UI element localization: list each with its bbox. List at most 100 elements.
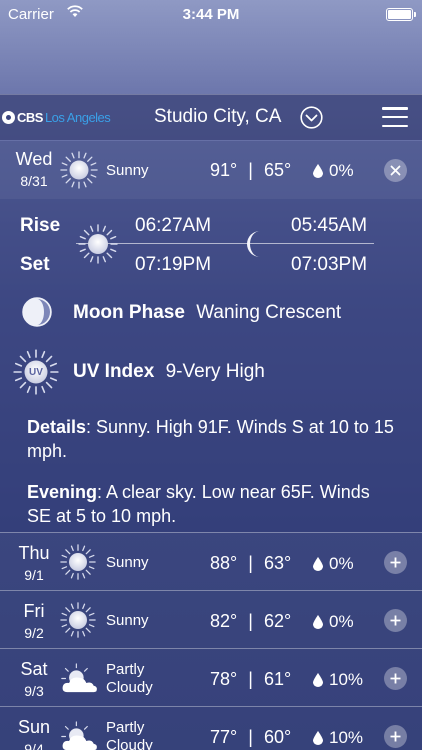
brand-city: Los Angeles	[44, 110, 111, 125]
day-label: Wed 8/31	[4, 149, 64, 189]
close-button[interactable]	[384, 159, 407, 182]
today-forecast-row[interactable]: Wed 8/31 Sunny 91° | 65° 0%	[0, 141, 422, 199]
day-name: Fri	[23, 601, 45, 621]
temp-separator: |	[248, 553, 253, 573]
low-temp: 61°	[263, 669, 292, 689]
evening-label: Evening	[27, 482, 98, 502]
day-name: Sat	[20, 659, 48, 679]
location-header: CBS Los Angeles Studio City, CA	[0, 94, 422, 140]
temp-separator: |	[248, 160, 253, 180]
precip-chance: 0%	[313, 612, 354, 632]
day-label: Fri 9/2	[4, 601, 64, 641]
drop-icon	[313, 731, 323, 745]
details-text: Details: Sunny. High 91F. Winds S at 10 …	[27, 415, 397, 463]
precip-chance: 10%	[313, 670, 363, 690]
sunrise-time: 06:27AM	[135, 215, 212, 236]
precip-chance: 10%	[313, 728, 363, 748]
forecast-row[interactable]: Sat 9/3 Partly Cloudy 78° | 61° 10%	[0, 648, 422, 706]
cbs-eye-icon	[2, 111, 15, 124]
precip-value: 0%	[329, 161, 354, 180]
condition-label: Sunny	[106, 554, 149, 571]
drop-icon	[313, 164, 323, 178]
drop-icon	[313, 615, 323, 629]
temperatures: 78° | 61°	[210, 669, 291, 690]
rise-label: Rise	[20, 215, 61, 236]
details-panel: Rise Set 06:27AM 07:19PM 05:45AM 07:03PM…	[0, 199, 422, 532]
low-temp: 62°	[263, 611, 292, 631]
day-label: Sun 9/4	[4, 717, 64, 750]
day-date: 9/1	[24, 567, 44, 583]
brand-cbs: CBS	[17, 110, 43, 125]
condition-label: Partly Cloudy	[106, 661, 153, 697]
uv-icon: UV	[13, 349, 59, 395]
condition-label: Sunny	[106, 612, 149, 629]
chevron-down-icon[interactable]	[300, 106, 323, 129]
uv-index-value: 9-Very High	[165, 361, 265, 382]
moon-phase-label: Moon Phase	[73, 302, 185, 323]
sun-icon	[78, 224, 118, 264]
temp-separator: |	[248, 611, 253, 631]
high-temp: 77°	[210, 727, 238, 747]
uv-index-label: UV Index	[73, 361, 155, 382]
status-bar: Carrier 3:44 PM	[0, 0, 422, 30]
location-name[interactable]: Studio City, CA	[154, 106, 281, 128]
condition-line: Partly	[106, 661, 145, 678]
partly-cloudy-icon	[60, 721, 100, 750]
expand-button[interactable]	[384, 551, 407, 574]
expand-button[interactable]	[384, 609, 407, 632]
close-icon	[390, 165, 401, 176]
high-temp: 91°	[210, 160, 238, 180]
day-name: Thu	[18, 543, 50, 563]
day-date: 9/4	[24, 741, 44, 750]
moon-icon	[247, 231, 260, 257]
high-temp: 82°	[210, 611, 238, 631]
menu-icon[interactable]	[382, 107, 408, 127]
moonrise-time: 05:45AM	[291, 215, 368, 236]
expand-button[interactable]	[384, 725, 407, 748]
drop-icon	[313, 557, 323, 571]
precip-value: 0%	[329, 612, 354, 631]
clock: 3:44 PM	[182, 6, 240, 23]
brand-logo: CBS Los Angeles	[2, 110, 111, 125]
plus-icon	[390, 673, 401, 684]
sunset-time: 07:19PM	[135, 254, 212, 275]
low-temp: 60°	[263, 727, 292, 747]
condition-label: Sunny	[106, 162, 149, 179]
condition-label: Partly Cloudy	[106, 719, 153, 750]
sun-icon	[60, 151, 98, 189]
day-name: Wed	[15, 149, 53, 169]
plus-icon	[390, 731, 401, 742]
precip-chance: 0%	[313, 161, 354, 181]
low-temp: 65°	[263, 160, 292, 180]
forecast-row[interactable]: Sun 9/4 Partly Cloudy 77° | 60° 10%	[0, 706, 422, 750]
temperatures: 77° | 60°	[210, 727, 291, 748]
forecast-row[interactable]: Thu 9/1 Sunny 88° | 63° 0%	[0, 532, 422, 590]
moon-phase-row: Moon Phase Waning Crescent	[73, 302, 341, 324]
evening-text: Evening: A clear sky. Low near 65F. Wind…	[27, 480, 397, 528]
moonset-time: 07:03PM	[291, 254, 368, 275]
plus-icon	[390, 557, 401, 568]
uv-index-row: UV Index 9-Very High	[73, 361, 265, 383]
day-date: 9/3	[24, 683, 44, 699]
sun-icon	[60, 544, 96, 580]
precip-chance: 0%	[313, 554, 354, 574]
temp-separator: |	[248, 727, 253, 747]
expand-button[interactable]	[384, 667, 407, 690]
day-label: Thu 9/1	[4, 543, 64, 583]
horizon-line	[76, 243, 374, 244]
condition-line: Cloudy	[106, 737, 153, 750]
temperatures: 82° | 62°	[210, 611, 291, 632]
moon-phase-icon	[22, 297, 52, 327]
condition-line: Partly	[106, 719, 145, 736]
high-temp: 78°	[210, 669, 238, 689]
day-date: 9/2	[24, 625, 44, 641]
forecast-row[interactable]: Fri 9/2 Sunny 82° | 62° 0%	[0, 590, 422, 648]
sun-icon	[60, 602, 96, 638]
temperatures: 91° | 65°	[210, 160, 291, 181]
precip-value: 10%	[329, 670, 364, 689]
plus-icon	[390, 615, 401, 626]
condition-line: Cloudy	[106, 679, 153, 696]
precip-value: 10%	[329, 728, 364, 747]
low-temp: 63°	[263, 553, 292, 573]
uv-icon-text: UV	[29, 366, 43, 378]
